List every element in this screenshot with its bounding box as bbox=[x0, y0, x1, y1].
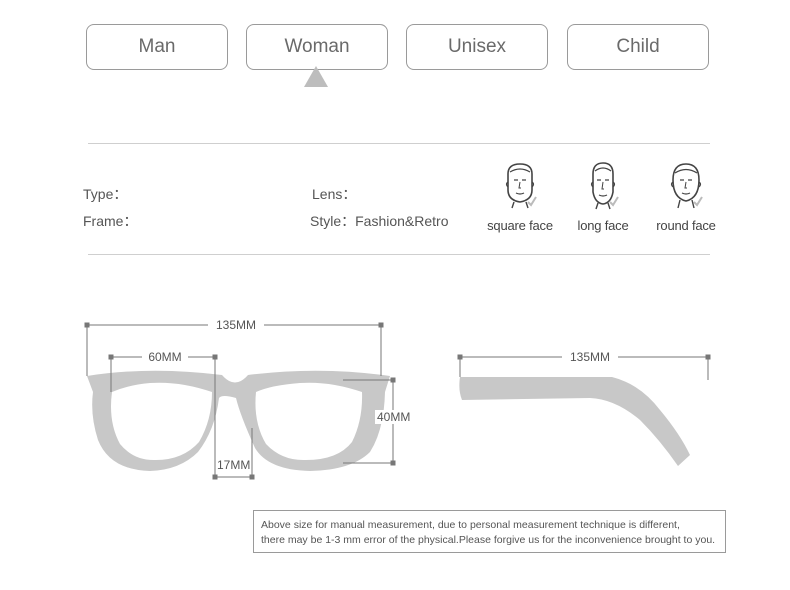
dimension-marker bbox=[212, 474, 218, 480]
notice-line-2: there may be 1-3 mm error of the physica… bbox=[261, 534, 716, 546]
temple-length-label: 135MM bbox=[570, 350, 610, 364]
bridge-label: 17MM bbox=[217, 458, 250, 472]
dimension-marker bbox=[84, 322, 90, 328]
glasses-dimension-diagram: 135MM 60MM 17MM 40MM 135MM bbox=[84, 318, 711, 480]
glasses-temple-arm bbox=[459, 377, 690, 466]
lens-height-label: 40MM bbox=[377, 410, 410, 424]
measurement-notice: Above size for manual measurement, due t… bbox=[253, 510, 726, 553]
dimension-marker bbox=[108, 354, 114, 360]
lens-width-label: 60MM bbox=[148, 350, 181, 364]
dimension-marker bbox=[390, 460, 396, 466]
frame-width-label: 135MM bbox=[216, 318, 256, 332]
glasses-front-frame bbox=[87, 370, 390, 471]
dimension-marker bbox=[378, 322, 384, 328]
dimension-marker bbox=[705, 354, 711, 360]
dimension-marker bbox=[390, 377, 396, 383]
notice-line-1: Above size for manual measurement, due t… bbox=[261, 519, 680, 531]
dimension-marker bbox=[249, 474, 255, 480]
dimension-marker bbox=[457, 354, 463, 360]
dimension-marker bbox=[212, 354, 218, 360]
